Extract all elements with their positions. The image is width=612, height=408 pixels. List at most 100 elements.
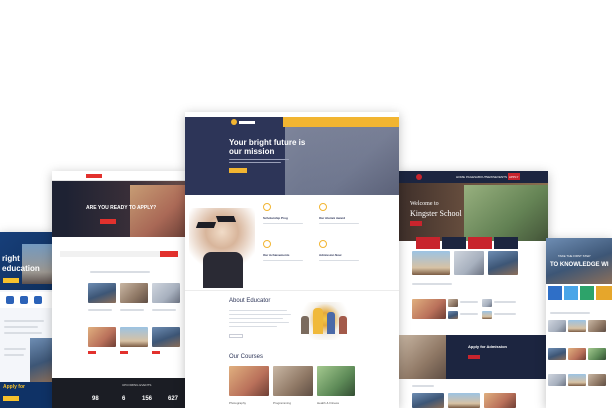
student-3 [327, 312, 335, 334]
icon-b [20, 296, 28, 304]
search-button[interactable] [160, 251, 178, 257]
stat-1: 98 [92, 396, 99, 402]
course-5 [568, 348, 586, 360]
nav-accent [283, 117, 399, 127]
hero-title-2: Kingster School [410, 209, 462, 218]
course-card-2[interactable] [273, 366, 313, 396]
stat-2: 6 [122, 396, 126, 402]
news-thumb-6 [152, 327, 180, 347]
news-thumb-2 [454, 251, 484, 275]
logo-text [239, 121, 255, 124]
gallery-2 [448, 393, 480, 408]
feature-icon-2 [319, 203, 327, 211]
feature-4: Admission Now [319, 253, 342, 257]
nav-about[interactable]: ABOUT [476, 175, 486, 179]
hero-photo [464, 185, 548, 241]
far-left-page: right education Apply for [0, 232, 54, 408]
nav-home[interactable]: HOME [456, 175, 465, 179]
about-title: About Educator [229, 298, 271, 304]
student-2 [313, 308, 323, 334]
admission-title: Apply for Admission [468, 344, 507, 349]
center-page: Your bright future is our mission Schola… [185, 112, 399, 408]
course-3 [588, 320, 606, 332]
courses-title: Our Courses [229, 354, 264, 360]
news-thumb-5 [120, 327, 148, 347]
topbar [52, 171, 186, 181]
nav-pages[interactable]: PAGES [466, 175, 476, 179]
showcase-collage: right education Apply for ARE YOU READY … [0, 0, 612, 408]
promo-title: Apply for [3, 384, 25, 390]
hero-photo [130, 185, 186, 237]
grad-gown [203, 252, 243, 288]
hero-title: Your bright future is our mission [229, 138, 306, 156]
course-7 [548, 374, 566, 386]
gallery-3 [484, 393, 516, 408]
far-right-page: TAKE THE FIRST STEP TO KNOWLEDGE WI [546, 238, 612, 408]
event-thumb-1 [412, 299, 446, 319]
icon-a [6, 296, 14, 304]
event-thumb-5 [482, 311, 492, 319]
course-9 [588, 374, 606, 386]
logo [86, 174, 102, 178]
tag-3[interactable] [152, 351, 160, 354]
course-caption-2: Programming [273, 401, 292, 405]
course-8 [568, 374, 586, 386]
hero-title: ARE YOU READY TO APPLY? [86, 205, 157, 211]
event-thumb-2 [448, 299, 458, 307]
course-2 [568, 320, 586, 332]
hero-button[interactable] [3, 278, 19, 283]
feature-icon-4 [319, 240, 327, 248]
hero-line-2: TO KNOWLEDGE WI [550, 262, 609, 268]
hero-button[interactable] [410, 221, 422, 226]
feature-tile-2[interactable] [442, 237, 466, 249]
feature-tile-4[interactable] [494, 237, 518, 249]
course-caption-3: Health & Fitness [317, 401, 340, 405]
news-thumb-3 [152, 283, 180, 303]
promo-cta[interactable] [3, 396, 19, 401]
course-card-3[interactable] [317, 366, 355, 396]
hero-line-1: TAKE THE FIRST STEP [558, 254, 591, 258]
news-thumb-2 [120, 283, 148, 303]
course-caption-1: Photography [229, 401, 247, 405]
event-thumb-3 [448, 311, 458, 319]
stat-4: 627 [168, 396, 179, 402]
tile-4[interactable] [596, 286, 612, 300]
admission-button[interactable] [468, 355, 480, 359]
hero-button[interactable] [100, 219, 116, 224]
hero-title-2: education [2, 264, 40, 273]
gallery-1 [412, 393, 444, 408]
divider [185, 290, 399, 291]
news-thumb-1 [88, 283, 116, 303]
stats-band [52, 378, 186, 408]
feature-icon-3 [263, 240, 271, 248]
hero-title-1: Welcome to [410, 201, 439, 207]
course-4 [548, 348, 566, 360]
tile-1[interactable] [548, 286, 562, 300]
feature-tile-3[interactable] [468, 237, 492, 249]
news-thumb-1 [412, 251, 450, 275]
about-button[interactable] [229, 334, 243, 338]
band-title: UPCOMING EVENTS [122, 383, 152, 387]
feature-icon-1 [263, 203, 271, 211]
grad-cap-1 [195, 222, 217, 228]
stat-3: 156 [142, 396, 153, 402]
hero-title-1: right [2, 254, 20, 263]
feature-2: Our Alumni Award [319, 216, 346, 220]
tile-3[interactable] [580, 286, 594, 300]
student-1 [301, 316, 309, 334]
nav-news[interactable]: NEWS [486, 175, 495, 179]
news-thumb-4 [88, 327, 116, 347]
tag-1[interactable] [88, 351, 96, 354]
event-thumb-4 [482, 299, 492, 307]
logo-badge [416, 174, 422, 180]
tile-2[interactable] [564, 286, 578, 300]
apply-button-label: APPLY [509, 175, 519, 179]
tag-2[interactable] [120, 351, 128, 354]
course-card-1[interactable] [229, 366, 269, 396]
left-page: ARE YOU READY TO APPLY? UPCOMING EVENTS … [52, 171, 186, 408]
feature-tile-1[interactable] [416, 237, 440, 249]
student-4 [339, 316, 347, 334]
admission-photo [398, 335, 446, 379]
hero-button[interactable] [229, 168, 247, 173]
nav-events[interactable]: EVENTS [495, 175, 507, 179]
